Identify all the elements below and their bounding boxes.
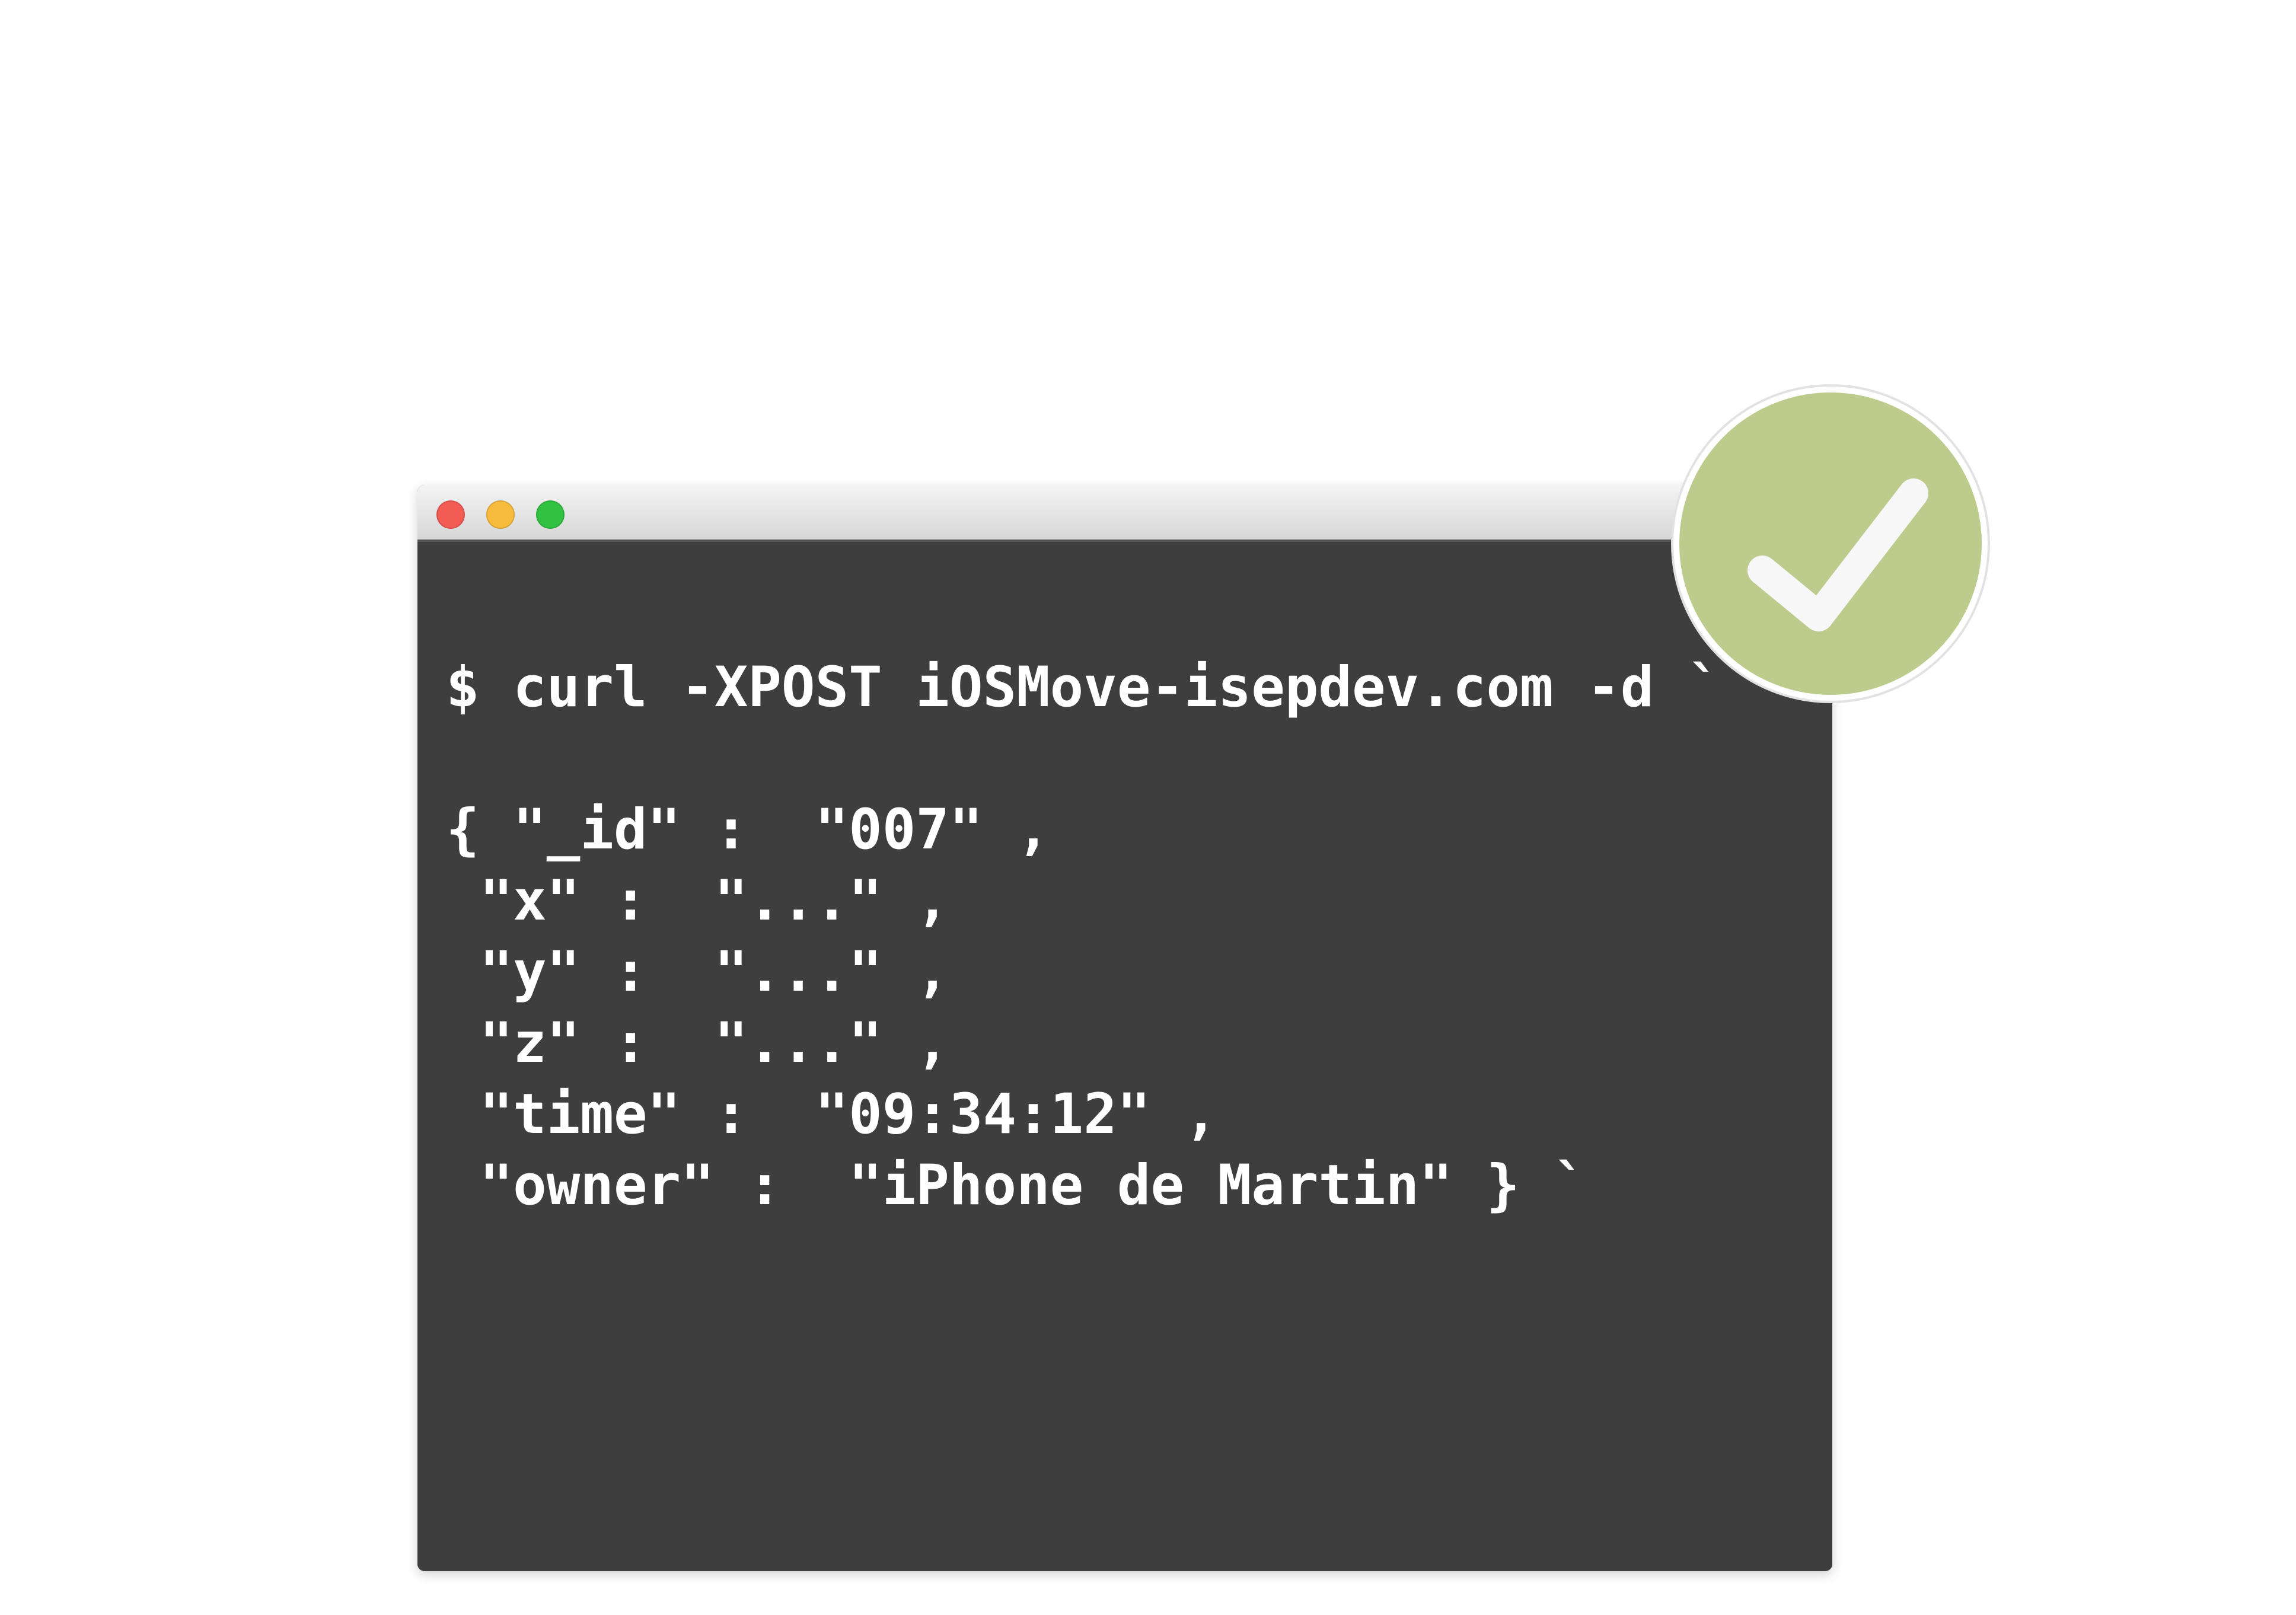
- zoom-window-button[interactable]: [536, 500, 565, 529]
- minimize-window-button[interactable]: [486, 500, 515, 529]
- illustration-canvas: $ curl -XPOST iOSMove-isepdev.com -d ` {…: [0, 0, 2296, 1615]
- command-line: $ curl -XPOST iOSMove-isepdev.com -d `: [446, 655, 1721, 720]
- success-badge: [1673, 387, 1988, 701]
- terminal-window: $ curl -XPOST iOSMove-isepdev.com -d ` {…: [417, 485, 1832, 1571]
- checkmark-icon: [1747, 478, 1928, 631]
- terminal-output: $ curl -XPOST iOSMove-isepdev.com -d ` {…: [417, 542, 1832, 1571]
- payload-line-owner: "owner" : "iPhone de Martin" } `: [446, 1153, 1587, 1218]
- payload-line-x: "x" : "..." ,: [446, 869, 949, 933]
- close-window-button[interactable]: [436, 500, 465, 529]
- payload-line-y: "y" : "..." ,: [446, 940, 949, 1004]
- payload-line-id: { "_id" : "007" ,: [446, 797, 1050, 862]
- payload-line-z: "z" : "..." ,: [446, 1011, 949, 1075]
- payload-line-time: "time" : "09:34:12" ,: [446, 1082, 1218, 1147]
- window-title-bar[interactable]: [417, 485, 1832, 542]
